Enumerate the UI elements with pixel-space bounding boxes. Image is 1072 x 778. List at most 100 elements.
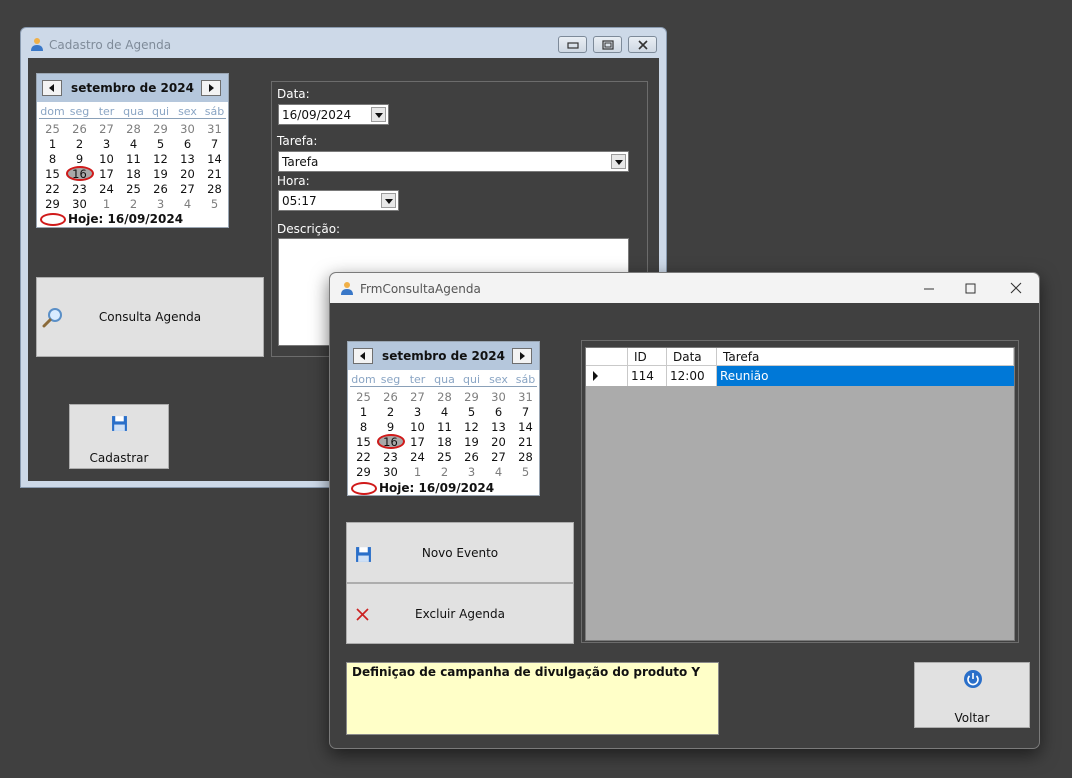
calendar-day[interactable]: 7 [201,137,228,151]
calendar-day[interactable]: 28 [120,122,147,136]
cell-tarefa[interactable]: Reunião [717,366,1014,386]
calendar-day[interactable]: 27 [485,450,512,464]
calendar-day[interactable]: 14 [201,152,228,166]
calendar-day[interactable]: 13 [485,420,512,434]
calendar-day[interactable]: 25 [39,122,66,136]
calendar-day[interactable]: 25 [431,450,458,464]
calendar-day[interactable]: 30 [174,122,201,136]
calendar-day[interactable]: 5 [512,465,539,479]
cadastrar-button[interactable]: Cadastrar [69,404,169,469]
calendar-day[interactable]: 4 [485,465,512,479]
title-bar[interactable]: Cadastro de Agenda [21,28,666,58]
calendar-day[interactable]: 17 [404,435,431,449]
calendar-day[interactable]: 1 [404,465,431,479]
calendar-day[interactable]: 25 [120,182,147,196]
calendar-day[interactable]: 26 [147,182,174,196]
calendar-day[interactable]: 31 [512,390,539,404]
month-calendar[interactable]: setembro de 2024 dom seg ter qua qui sex sáb 2… [36,73,229,228]
calendar-day[interactable]: 10 [404,420,431,434]
calendar-day[interactable]: 20 [485,435,512,449]
calendar-day[interactable]: 1 [350,405,377,419]
calendar-day[interactable]: 3 [404,405,431,419]
today-label[interactable]: Hoje: 16/09/2024 [68,212,183,226]
calendar-day[interactable]: 2 [431,465,458,479]
calendar-day[interactable]: 30 [66,197,93,211]
calendar-day[interactable]: 21 [512,435,539,449]
calendar-day[interactable]: 27 [404,390,431,404]
excluir-agenda-button[interactable]: Excluir Agenda [346,583,574,644]
calendar-day[interactable]: 4 [120,137,147,151]
calendar-day[interactable]: 21 [201,167,228,181]
calendar-day[interactable]: 15 [39,167,66,181]
calendar-day[interactable]: 26 [458,450,485,464]
month-calendar[interactable]: setembro de 2024 dom seg ter qua qui sex sáb 2… [347,341,540,496]
calendar-day[interactable]: 12 [147,152,174,166]
calendar-day[interactable]: 29 [39,197,66,211]
calendar-day[interactable]: 4 [174,197,201,211]
calendar-day[interactable]: 2 [120,197,147,211]
row-selector[interactable] [586,366,628,386]
novo-evento-button[interactable]: Novo Evento [346,522,574,583]
dropdown-arrow-icon[interactable] [381,193,396,208]
calendar-day[interactable]: 4 [431,405,458,419]
minimize-button[interactable] [914,281,944,297]
calendar-day[interactable]: 3 [147,197,174,211]
calendar-day[interactable]: 13 [174,152,201,166]
calendar-day[interactable]: 14 [512,420,539,434]
calendar-day[interactable]: 27 [93,122,120,136]
calendar-day[interactable]: 18 [431,435,458,449]
calendar-day[interactable]: 20 [174,167,201,181]
consulta-agenda-button[interactable]: Consulta Agenda [36,277,264,357]
calendar-day[interactable]: 1 [93,197,120,211]
calendar-day[interactable]: 2 [66,137,93,151]
table-row[interactable]: 114 12:00 Reunião [586,366,1016,386]
calendar-day[interactable]: 15 [350,435,377,449]
calendar-day[interactable]: 12 [458,420,485,434]
calendar-day[interactable]: 3 [458,465,485,479]
column-header-tarefa[interactable]: Tarefa [717,348,1014,366]
title-bar[interactable]: FrmConsultaAgenda [330,273,1039,303]
column-header-data[interactable]: Data [667,348,717,366]
calendar-day[interactable]: 19 [458,435,485,449]
dropdown-arrow-icon[interactable] [611,154,626,169]
calendar-day[interactable]: 5 [201,197,228,211]
calendar-day[interactable]: 28 [512,450,539,464]
calendar-day[interactable]: 29 [458,390,485,404]
calendar-day[interactable]: 7 [512,405,539,419]
calendar-day[interactable]: 23 [377,450,404,464]
calendar-day[interactable]: 30 [377,465,404,479]
calendar-day[interactable]: 29 [147,122,174,136]
calendar-day[interactable]: 5 [147,137,174,151]
prev-month-button[interactable] [42,80,62,96]
calendar-day[interactable]: 6 [485,405,512,419]
next-month-button[interactable] [201,80,221,96]
calendar-day[interactable]: 24 [93,182,120,196]
calendar-day[interactable]: 31 [201,122,228,136]
calendar-day[interactable]: 29 [350,465,377,479]
calendar-day[interactable]: 19 [147,167,174,181]
calendar-day[interactable]: 11 [431,420,458,434]
close-button[interactable] [1002,281,1032,297]
calendar-day[interactable]: 28 [431,390,458,404]
hora-select[interactable]: 05:17 [278,190,399,211]
calendar-day[interactable]: 11 [120,152,147,166]
calendar-day[interactable]: 23 [66,182,93,196]
today-label[interactable]: Hoje: 16/09/2024 [379,481,494,495]
next-month-button[interactable] [512,348,532,364]
calendar-day[interactable]: 17 [93,167,120,181]
calendar-day[interactable]: 28 [201,182,228,196]
column-header-id[interactable]: ID [628,348,667,366]
prev-month-button[interactable] [353,348,373,364]
calendar-day[interactable]: 9 [377,420,404,434]
cell-data[interactable]: 12:00 [667,366,717,386]
calendar-day[interactable]: 5 [458,405,485,419]
calendar-day[interactable]: 26 [377,390,404,404]
calendar-day[interactable]: 25 [350,390,377,404]
minimize-button[interactable] [558,36,587,53]
calendar-day[interactable]: 26 [66,122,93,136]
calendar-day[interactable]: 24 [404,450,431,464]
maximize-button[interactable] [956,281,986,297]
voltar-button[interactable]: Voltar [914,662,1030,728]
calendar-day[interactable]: 6 [174,137,201,151]
data-picker[interactable]: 16/09/2024 [278,104,389,125]
